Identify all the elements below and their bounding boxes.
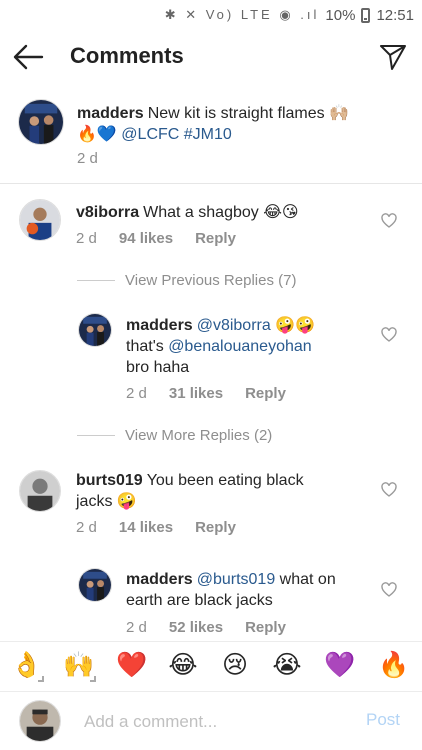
reply-mention[interactable]: @benalouaneyohan (168, 338, 311, 355)
reply-username[interactable]: madders (126, 317, 193, 334)
emoji-bar: 👌 🙌 ❤️ 😂 😢 😭 💜 🔥 (0, 641, 422, 691)
skin-tone-indicator (38, 676, 44, 682)
comment-composer: Post (0, 691, 422, 750)
emoji-joy[interactable]: 😂 (166, 650, 200, 680)
like-heart-icon[interactable] (381, 482, 397, 498)
reply-button[interactable]: Reply (245, 385, 286, 402)
reply-body: bro haha (126, 359, 190, 376)
like-heart-icon[interactable] (381, 213, 397, 229)
caption-meta: 2 d (77, 150, 98, 167)
reply-emoji: 🤪🤪 (275, 317, 316, 334)
caption-emoji: 🔥💙 (77, 126, 117, 143)
reply-body: that's (126, 338, 169, 355)
emoji-purple-heart[interactable]: 💜 (323, 650, 357, 680)
comment-body: What a shagboy 😂😘 (143, 204, 299, 221)
avatar[interactable] (78, 568, 112, 602)
comment-text: burts019 You been eating black jacks 🤪 (76, 470, 371, 512)
divider (0, 183, 422, 184)
comment-body: You been eating black (146, 472, 304, 489)
reply-mention[interactable]: @burts019 (197, 571, 276, 588)
emoji-crying[interactable]: 😢 (218, 650, 252, 680)
comment-text: v8iborra What a shagboy 😂😘 (76, 202, 366, 223)
back-arrow-icon[interactable] (12, 42, 44, 72)
send-icon[interactable] (378, 42, 408, 72)
battery-percent: 10% (325, 6, 356, 24)
reply-meta: 2 d 31 likes Reply (126, 385, 286, 402)
caption-username[interactable]: madders (77, 105, 144, 122)
comment-meta: 2 d 94 likes Reply (76, 230, 236, 247)
likes-count[interactable]: 52 likes (169, 619, 223, 636)
avatar[interactable] (78, 313, 112, 347)
status-bar: ✱ ✕ Vo) LTE ◉ .ıl 10% 12:51 (0, 0, 422, 30)
battery-icon (361, 7, 371, 23)
comment-time: 2 d (76, 230, 97, 247)
caption-time: 2 d (77, 150, 98, 167)
clock: 12:51 (376, 6, 414, 24)
reply-button[interactable]: Reply (195, 230, 236, 247)
thread-line (77, 280, 115, 281)
emoji-fire[interactable]: 🔥 (377, 650, 411, 680)
reply-text: madders @v8iborra 🤪🤪 that's @benalouaneyo… (126, 315, 371, 378)
emoji-sobbing[interactable]: 😭 (270, 650, 304, 680)
likes-count[interactable]: 14 likes (119, 519, 173, 536)
view-previous-replies[interactable]: View Previous Replies (7) (125, 272, 296, 289)
reply-time: 2 d (126, 619, 147, 636)
like-heart-icon[interactable] (381, 327, 397, 343)
comment-time: 2 d (76, 519, 97, 536)
caption-text: madders New kit is straight flames 🙌🏼 🔥💙 … (77, 103, 407, 145)
status-icons: ✱ ✕ Vo) LTE ◉ .ıl (164, 7, 320, 22)
page-title: Comments (70, 43, 184, 68)
comment-username[interactable]: burts019 (76, 472, 143, 489)
reply-mention[interactable]: @v8iborra (197, 317, 271, 334)
avatar[interactable] (18, 99, 64, 145)
reply-meta: 2 d 52 likes Reply (126, 619, 286, 636)
reply-time: 2 d (126, 385, 147, 402)
avatar[interactable] (19, 700, 61, 742)
comment-input[interactable] (84, 710, 344, 734)
reply-username[interactable]: madders (126, 571, 193, 588)
reply-text: madders @burts019 what on earth are black… (126, 569, 371, 611)
caption-mention[interactable]: @LCFC (121, 126, 179, 143)
reply-body: what on (279, 571, 336, 588)
caption-body: New kit is straight flames 🙌🏼 (147, 105, 350, 122)
skin-tone-indicator (90, 676, 96, 682)
reply-button[interactable]: Reply (195, 519, 236, 536)
avatar[interactable] (19, 199, 61, 241)
like-heart-icon[interactable] (381, 582, 397, 598)
comment-body: jacks 🤪 (76, 493, 137, 510)
app-bar: Comments (0, 30, 422, 84)
likes-count[interactable]: 31 likes (169, 385, 223, 402)
avatar[interactable] (19, 470, 61, 512)
thread-line (77, 435, 115, 436)
caption-hashtag[interactable]: #JM10 (184, 126, 232, 143)
view-more-replies[interactable]: View More Replies (2) (125, 427, 272, 444)
post-button[interactable]: Post (366, 710, 400, 730)
reply-button[interactable]: Reply (245, 619, 286, 636)
comment-meta: 2 d 14 likes Reply (76, 519, 236, 536)
likes-count[interactable]: 94 likes (119, 230, 173, 247)
comment-username[interactable]: v8iborra (76, 204, 139, 221)
emoji-red-heart[interactable]: ❤️ (115, 650, 149, 680)
reply-body: earth are black jacks (126, 592, 273, 609)
